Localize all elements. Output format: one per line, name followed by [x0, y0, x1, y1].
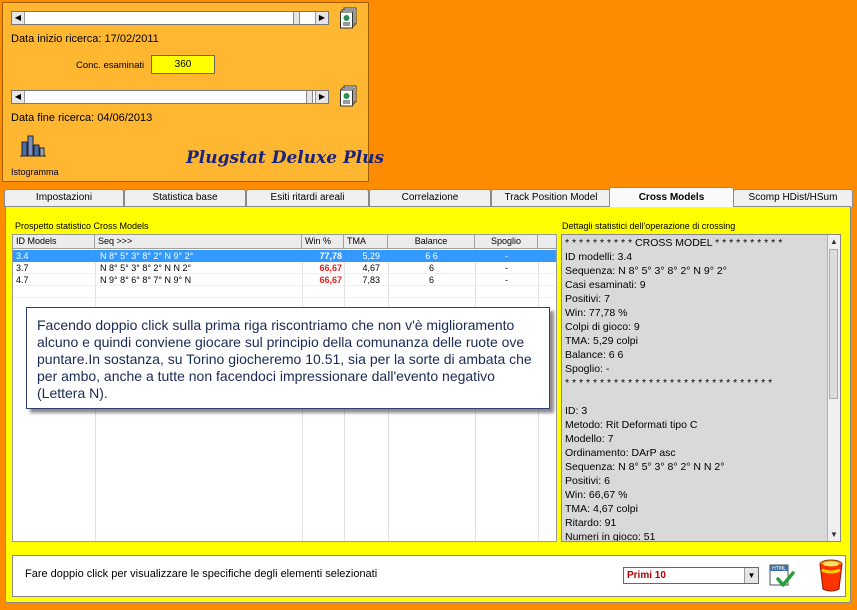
footer-bar: Fare doppio click per visualizzare le sp…: [12, 555, 846, 597]
cell-balance: 6: [428, 263, 434, 273]
right-section-title: Dettagli statistici dell'operazione di c…: [562, 221, 736, 231]
search-settings-panel: ◀ ▶ Data inizio ricerca: 17/02/2011 Conc…: [2, 2, 384, 182]
tab-impostazioni[interactable]: Impostazioni: [4, 189, 124, 207]
slider-right-arrow[interactable]: ▶: [315, 91, 328, 103]
start-date-value: 17/02/2011: [104, 33, 159, 45]
crossing-details-textbox[interactable]: * * * * * * * * * * CROSS MODEL * * * * …: [561, 234, 841, 542]
detail-line: TMA: 5,29 colpi: [565, 335, 638, 347]
tab-scomp-hdist-hsum[interactable]: Scomp HDist/HSum: [733, 189, 853, 207]
col-header-id[interactable]: ID Models: [13, 235, 95, 249]
detail-line: ID: 3: [565, 405, 588, 417]
slider-right-arrow[interactable]: ▶: [315, 12, 328, 24]
cell-balance: 6 6: [425, 251, 438, 261]
scroll-up-arrow[interactable]: ▲: [828, 235, 840, 248]
svg-text:HTML: HTML: [772, 566, 786, 572]
istogramma-label[interactable]: Istogramma: [11, 167, 59, 177]
table-row[interactable]: 3.4 N 8° 5° 3° 8° 2° N 9° 2° 77,78 5,29 …: [13, 250, 556, 262]
cross-models-panel: Prospetto statistico Cross Models Dettag…: [5, 206, 851, 603]
col-header-filler: [538, 235, 556, 249]
col-header-seq[interactable]: Seq >>>: [95, 235, 302, 249]
end-date-label: Data fine ricerca: 04/06/2013: [11, 112, 153, 124]
grid-line: [13, 297, 556, 298]
detail-line: Balance: 6 6: [565, 349, 624, 361]
detail-line: Sequenza: N 8° 5° 3° 8° 2° N 9° 2°: [565, 265, 727, 277]
col-header-tma[interactable]: TMA: [344, 235, 388, 249]
tab-bar: Impostazioni Statistica base Esiti ritar…: [4, 187, 854, 207]
html-export-icon[interactable]: HTML: [769, 562, 795, 590]
slider-left-arrow[interactable]: ◀: [12, 12, 25, 24]
document-icon[interactable]: [340, 7, 358, 29]
detail-line: Sequenza: N 8° 5° 3° 8° 2° N N 2°: [565, 461, 725, 473]
cell-seq: N 9° 8° 6° 8° 7° N 9° N: [100, 275, 192, 285]
table-row[interactable]: 4.7 N 9° 8° 6° 8° 7° N 9° N 66,67 7,83 6…: [13, 274, 556, 286]
cell-id: 3.4: [16, 251, 29, 261]
detail-line: Ordinamento: DArP asc: [565, 447, 676, 459]
detail-line: ID modelli: 3.4: [565, 251, 633, 263]
histogram-icon[interactable]: [19, 132, 47, 160]
tab-correlazione[interactable]: Correlazione: [369, 189, 491, 207]
detail-line: Positivi: 6: [565, 475, 610, 487]
col-header-balance[interactable]: Balance: [388, 235, 475, 249]
select-value: Primi 10: [627, 570, 666, 581]
end-date-slider[interactable]: ◀ ▶: [11, 90, 329, 104]
brand-title: Plugstat Deluxe Plus: [186, 148, 385, 168]
cell-win: 66,67: [319, 263, 342, 273]
detail-line: Positivi: 7: [565, 293, 610, 305]
tab-esiti-ritardi-areali[interactable]: Esiti ritardi areali: [246, 189, 369, 207]
cell-win: 77,78: [319, 251, 342, 261]
tab-track-position-model[interactable]: Track Position Model: [491, 189, 611, 207]
detail-line: Numeri in gioco: 51: [565, 531, 656, 542]
cell-id: 4.7: [16, 275, 29, 285]
detail-line: TMA: 4,67 colpi: [565, 503, 638, 515]
start-date-slider[interactable]: ◀ ▶: [11, 11, 329, 25]
cell-win: 66,67: [319, 275, 342, 285]
slider-left-arrow[interactable]: ◀: [12, 91, 25, 103]
detail-line: Metodo: Rit Deformati tipo C: [565, 419, 698, 431]
cell-spoglio: -: [505, 275, 508, 285]
cell-seq: N 8° 5° 3° 8° 2° N 9° 2°: [100, 251, 194, 261]
detail-line: Spoglio: -: [565, 363, 610, 375]
cell-tma: 7,83: [362, 275, 380, 285]
conc-esaminati-field[interactable]: 360: [151, 55, 215, 74]
scroll-down-arrow[interactable]: ▼: [828, 528, 840, 541]
details-scrollbar[interactable]: ▲ ▼: [827, 235, 840, 541]
detail-line: * * * * * * * * * * * * * * * * * * * * …: [565, 377, 773, 389]
col-header-win[interactable]: Win %: [302, 235, 344, 249]
start-date-label: Data inizio ricerca: 17/02/2011: [11, 33, 159, 45]
document-icon[interactable]: [340, 85, 358, 107]
eraser-bucket-icon[interactable]: [818, 558, 844, 594]
chevron-down-icon[interactable]: ▼: [744, 568, 758, 583]
cell-seq: N 8° 5° 3° 8° 2° N N 2°: [100, 263, 192, 273]
detail-line: Casi esaminati: 9: [565, 279, 646, 291]
cell-spoglio: -: [505, 251, 508, 261]
cell-id: 3.7: [16, 263, 29, 273]
col-header-spoglio[interactable]: Spoglio: [475, 235, 538, 249]
detail-line: Modello: 7: [565, 433, 614, 445]
left-section-title: Prospetto statistico Cross Models: [15, 221, 149, 231]
tab-statistica-base[interactable]: Statistica base: [124, 189, 246, 207]
conc-label: Conc. esaminati: [76, 60, 145, 71]
end-date-value: 04/06/2013: [97, 112, 153, 124]
cell-spoglio: -: [505, 263, 508, 273]
tab-cross-models[interactable]: Cross Models: [609, 187, 734, 207]
results-limit-select[interactable]: Primi 10 ▼: [623, 567, 759, 584]
cell-tma: 5,29: [362, 251, 380, 261]
footer-hint: Fare doppio click per visualizzare le sp…: [25, 568, 378, 580]
detail-line: Colpi di gioco: 9: [565, 321, 640, 333]
slider-thumb[interactable]: [293, 12, 300, 24]
table-row[interactable]: 3.7 N 8° 5° 3° 8° 2° N N 2° 66,67 4,67 6…: [13, 262, 556, 274]
detail-line: * * * * * * * * * * CROSS MODEL * * * * …: [565, 237, 783, 249]
cell-balance: 6: [428, 275, 434, 285]
detail-line: Win: 77,78 %: [565, 307, 628, 319]
annotation-callout: Facendo doppio click sulla prima riga ri…: [26, 307, 550, 409]
detail-line: Ritardo: 91: [565, 517, 617, 529]
scroll-thumb[interactable]: [829, 249, 838, 399]
detail-line: Win: 66,67 %: [565, 489, 628, 501]
slider-thumb[interactable]: [306, 91, 313, 103]
cell-tma: 4,67: [362, 263, 380, 273]
